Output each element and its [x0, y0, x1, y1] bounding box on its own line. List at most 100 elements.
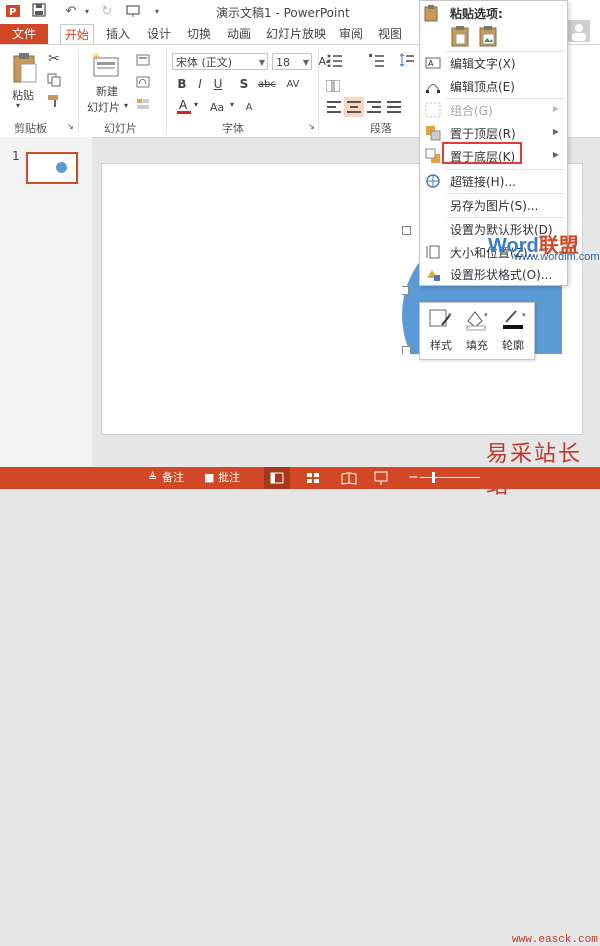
- edit-points-icon: [425, 78, 441, 94]
- new-slide-label[interactable]: 新建: [96, 83, 118, 99]
- tab-file[interactable]: 文件: [0, 24, 48, 44]
- comments-button[interactable]: 批注: [218, 467, 240, 489]
- watermark-word-url: www.wordlm.com: [514, 251, 600, 263]
- slide-thumbnail-pane: 1: [0, 137, 92, 467]
- mini-fill-label[interactable]: 填充: [466, 337, 488, 353]
- font-color-icon[interactable]: A: [176, 97, 192, 115]
- new-slide-icon[interactable]: ✳: [92, 51, 122, 81]
- shape-fill-icon[interactable]: ▾: [464, 307, 490, 331]
- chevron-down-icon[interactable]: ▾: [194, 100, 198, 109]
- zoom-slider[interactable]: [420, 477, 480, 478]
- tab-slideshow[interactable]: 幻灯片放映: [266, 24, 326, 44]
- font-name-combo[interactable]: 宋体 (正文) ▼: [172, 53, 268, 70]
- columns-icon[interactable]: [326, 79, 340, 93]
- paste-as-picture-icon[interactable]: [478, 25, 500, 47]
- notes-button[interactable]: 备注: [162, 467, 184, 489]
- send-to-back-icon: [425, 148, 441, 164]
- menu-item-label: 置于顶层(R): [450, 127, 516, 141]
- resize-handle[interactable]: [402, 346, 411, 354]
- paste-options-icon: [423, 4, 441, 22]
- customize-qat-icon[interactable]: ▾: [148, 3, 166, 21]
- group-label-clipboard: 剪贴板: [14, 122, 47, 135]
- powerpoint-logo-icon: P: [4, 3, 22, 21]
- paste-dropdown-icon[interactable]: ▾: [16, 101, 20, 110]
- tab-design[interactable]: 设计: [145, 24, 173, 44]
- layout-icon[interactable]: [135, 53, 151, 67]
- zoom-slider-thumb[interactable]: [432, 472, 435, 483]
- line-spacing-icon[interactable]: [398, 51, 416, 69]
- chevron-down-icon[interactable]: ▼: [303, 54, 309, 71]
- align-left-icon[interactable]: [326, 99, 342, 115]
- tab-animations[interactable]: 动画: [225, 24, 253, 44]
- divider: [166, 49, 167, 133]
- mini-style-label[interactable]: 样式: [430, 337, 452, 353]
- menu-item-format-shape[interactable]: 设置形状格式(O)...: [420, 263, 567, 285]
- font-size-combo[interactable]: 18 ▼: [272, 53, 312, 70]
- section-icon[interactable]: [135, 97, 151, 111]
- menu-item-edit-points[interactable]: 编辑顶点(E): [420, 75, 567, 97]
- tab-review[interactable]: 审阅: [337, 24, 365, 44]
- menu-item-save-as-picture[interactable]: 另存为图片(S)...: [420, 194, 567, 216]
- tab-view[interactable]: 视图: [376, 24, 404, 44]
- numbering-icon[interactable]: [368, 51, 386, 69]
- user-avatar[interactable]: [568, 20, 590, 42]
- submenu-arrow-icon: ▶: [552, 104, 559, 113]
- redo-icon[interactable]: ↻: [98, 3, 116, 21]
- tab-insert[interactable]: 插入: [104, 24, 132, 44]
- normal-view-button[interactable]: [264, 467, 290, 489]
- new-slide-dropdown-icon[interactable]: ▾: [124, 101, 128, 110]
- justify-icon[interactable]: [386, 99, 402, 115]
- bullets-icon[interactable]: [326, 51, 344, 69]
- menu-item-edit-text[interactable]: A 编辑文字(X): [420, 52, 567, 74]
- underline-button[interactable]: U: [212, 76, 224, 92]
- slideshow-view-button[interactable]: [370, 467, 392, 489]
- comments-icon[interactable]: ■: [204, 467, 214, 489]
- slideshow-icon[interactable]: [124, 3, 142, 21]
- align-center-icon[interactable]: [344, 97, 364, 117]
- tab-transitions[interactable]: 切换: [185, 24, 213, 44]
- menu-item-label: 组合(G): [450, 104, 493, 118]
- new-slide-label-2[interactable]: 幻灯片: [87, 99, 120, 115]
- reset-icon[interactable]: [135, 75, 151, 89]
- resize-handle[interactable]: [402, 286, 409, 295]
- font-launcher-icon[interactable]: ↘: [308, 122, 315, 131]
- menu-item-bring-to-front[interactable]: 置于顶层(R) ▶: [420, 122, 567, 144]
- zoom-out-icon[interactable]: −: [408, 467, 419, 489]
- resize-handle[interactable]: [402, 226, 411, 235]
- bold-button[interactable]: B: [176, 76, 188, 92]
- shape-outline-icon[interactable]: ▾: [500, 307, 528, 331]
- window-title: 演示文稿1 - PowerPoint: [216, 6, 350, 20]
- cut-icon[interactable]: ✂: [46, 51, 62, 67]
- chevron-down-icon[interactable]: ▼: [259, 54, 265, 71]
- mini-outline-label[interactable]: 轮廓: [502, 337, 524, 353]
- paste-options-title: 粘贴选项:: [450, 7, 503, 21]
- slide-sorter-button[interactable]: [302, 467, 324, 489]
- slide-thumbnail[interactable]: [26, 152, 78, 184]
- group-icon: [425, 102, 441, 118]
- paste-keep-source-icon[interactable]: [450, 25, 472, 47]
- clipboard-launcher-icon[interactable]: ↘: [67, 122, 74, 131]
- notes-icon[interactable]: ≜: [148, 467, 157, 489]
- change-case-icon[interactable]: Aa: [206, 99, 228, 115]
- save-icon[interactable]: [30, 3, 48, 21]
- tab-home[interactable]: 开始: [60, 24, 94, 46]
- menu-item-group[interactable]: 组合(G) ▶: [420, 99, 567, 121]
- shape-style-icon[interactable]: ▾: [428, 307, 454, 331]
- shadow-button[interactable]: S: [238, 76, 250, 92]
- mini-toolbar: ▾ 样式 ▾ 填充 ▾ 轮廓: [419, 302, 535, 360]
- copy-icon[interactable]: [46, 72, 62, 88]
- group-label-slides: 幻灯片: [104, 122, 137, 135]
- clear-formatting-icon[interactable]: A: [242, 99, 256, 115]
- format-painter-icon[interactable]: [46, 93, 62, 109]
- align-right-icon[interactable]: [366, 99, 382, 115]
- italic-button[interactable]: I: [194, 76, 206, 92]
- clipboard-paste-icon[interactable]: [8, 51, 40, 85]
- menu-item-hyperlink[interactable]: 超链接(H)...: [420, 170, 567, 192]
- strikethrough-button[interactable]: abc: [256, 76, 278, 92]
- undo-dropdown-icon[interactable]: ▾: [78, 3, 96, 21]
- group-label-font: 字体: [222, 122, 244, 135]
- group-label-paragraph: 段落: [370, 122, 392, 135]
- char-spacing-button[interactable]: AV: [284, 76, 302, 92]
- reading-view-button[interactable]: [338, 467, 360, 489]
- chevron-down-icon[interactable]: ▾: [230, 100, 234, 109]
